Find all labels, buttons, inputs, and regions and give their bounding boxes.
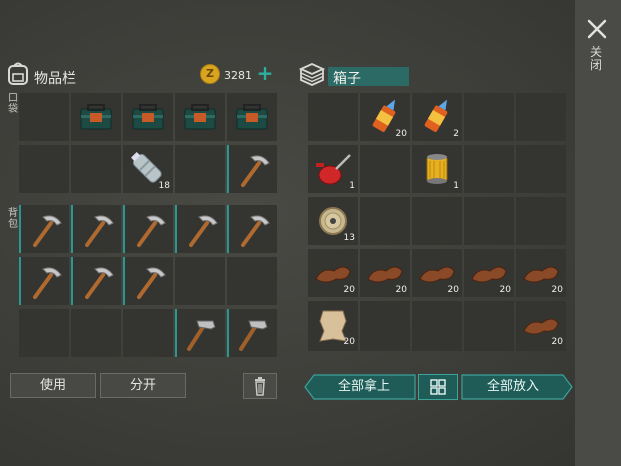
pocket-slot[interactable] xyxy=(175,145,225,193)
box-slot[interactable] xyxy=(516,197,566,245)
box-slot[interactable] xyxy=(516,93,566,141)
box-slot[interactable]: 13 xyxy=(308,197,358,245)
box-slot[interactable]: 1 xyxy=(412,145,462,193)
pocket-slot[interactable] xyxy=(227,145,277,193)
item-count: 20 xyxy=(395,129,407,139)
item-count: 20 xyxy=(551,337,563,347)
coin-icon: Z xyxy=(200,64,220,84)
box-slot[interactable]: 20 xyxy=(464,249,514,297)
box-slot[interactable] xyxy=(308,93,358,141)
pickaxe-icon xyxy=(85,267,114,299)
box-slot[interactable] xyxy=(360,145,410,193)
pocket-slot[interactable]: 18 xyxy=(123,145,173,193)
close-label[interactable]: 关闭 xyxy=(588,46,604,72)
box-slot[interactable]: 20 xyxy=(412,249,462,297)
box-slot[interactable] xyxy=(412,197,462,245)
item-count: 18 xyxy=(158,181,170,191)
box-slot[interactable]: 20 xyxy=(516,249,566,297)
box-slot[interactable]: 20 xyxy=(516,301,566,349)
item-count: 1 xyxy=(453,181,459,191)
pocket-slot[interactable] xyxy=(71,93,121,141)
hammer-icon xyxy=(187,320,216,351)
box-slot[interactable]: 1 xyxy=(308,145,358,193)
put-all-button[interactable]: 全部放入 xyxy=(463,374,563,400)
pickaxe-icon xyxy=(33,215,62,247)
toolbox-icon xyxy=(184,104,216,130)
box-slot[interactable] xyxy=(516,145,566,193)
item-count: 2 xyxy=(453,129,459,139)
box-slot[interactable]: 20 xyxy=(360,249,410,297)
pocket-slot[interactable] xyxy=(19,93,69,141)
backpack-slot[interactable] xyxy=(227,205,277,253)
use-button[interactable]: 使用 xyxy=(10,373,96,398)
item-count: 20 xyxy=(499,285,511,295)
box-slot[interactable] xyxy=(360,197,410,245)
box-slot[interactable] xyxy=(360,301,410,349)
pickaxe-icon xyxy=(85,215,114,247)
pickaxe-icon xyxy=(241,215,270,247)
backpack-icon xyxy=(8,62,28,85)
hammer-icon xyxy=(239,320,268,351)
pocket-label: 口袋 xyxy=(8,93,18,115)
backpack-slot[interactable] xyxy=(227,309,277,357)
toolbox-icon xyxy=(236,104,268,130)
backpack-slot[interactable] xyxy=(71,309,121,357)
backpack-label: 背包 xyxy=(8,208,18,230)
split-button[interactable]: 分开 xyxy=(100,373,186,398)
box-slot[interactable] xyxy=(412,301,462,349)
backpack-slot[interactable] xyxy=(123,309,173,357)
backpack-slot[interactable] xyxy=(175,257,225,305)
box-slot[interactable] xyxy=(464,301,514,349)
item-count: 20 xyxy=(447,285,459,295)
backpack-slot[interactable] xyxy=(175,309,225,357)
toolbox-icon xyxy=(132,104,164,130)
pocket-slot[interactable] xyxy=(19,145,69,193)
close-icon[interactable] xyxy=(585,17,609,41)
coin-count: 3281 xyxy=(224,69,252,82)
backpack-slot[interactable] xyxy=(71,205,121,253)
backpack-slot[interactable] xyxy=(71,257,121,305)
backpack-slot[interactable] xyxy=(175,205,225,253)
box-title: 箱子 xyxy=(333,71,361,87)
pickaxe-icon xyxy=(189,215,218,247)
box-slot[interactable]: 20 xyxy=(308,301,358,349)
backpack-slot[interactable] xyxy=(19,309,69,357)
backpack-slot[interactable] xyxy=(19,257,69,305)
item-count: 1 xyxy=(349,181,355,191)
box-slot[interactable]: 20 xyxy=(360,93,410,141)
grid-sort-icon xyxy=(430,379,446,395)
add-coins-button[interactable]: + xyxy=(256,63,274,83)
toolbox-icon xyxy=(80,104,112,130)
trash-button[interactable] xyxy=(243,373,277,399)
box-slot[interactable]: 20 xyxy=(308,249,358,297)
backpack-slot[interactable] xyxy=(123,257,173,305)
trash-icon xyxy=(255,377,265,396)
box-slot[interactable] xyxy=(464,145,514,193)
take-all-button[interactable]: 全部拿上 xyxy=(314,374,414,400)
backpack-slot[interactable] xyxy=(123,205,173,253)
sort-button[interactable] xyxy=(418,374,458,400)
box-slot[interactable]: 2 xyxy=(412,93,462,141)
pocket-slot[interactable] xyxy=(71,145,121,193)
item-count: 20 xyxy=(395,285,407,295)
pocket-slot[interactable] xyxy=(227,93,277,141)
pickaxe-icon xyxy=(33,267,62,299)
pickaxe-icon xyxy=(137,267,166,299)
item-count: 20 xyxy=(343,285,355,295)
backpack-slot[interactable] xyxy=(19,205,69,253)
pocket-slot[interactable] xyxy=(175,93,225,141)
inventory-title: 物品栏 xyxy=(34,71,76,87)
item-count: 20 xyxy=(343,337,355,347)
backpack-slot[interactable] xyxy=(227,257,277,305)
box-icon xyxy=(298,63,326,86)
box-slot[interactable] xyxy=(464,197,514,245)
pickaxe-icon xyxy=(241,155,270,187)
pocket-slot[interactable] xyxy=(123,93,173,141)
pickaxe-icon xyxy=(137,215,166,247)
box-slot[interactable] xyxy=(464,93,514,141)
item-count: 20 xyxy=(551,285,563,295)
item-count: 13 xyxy=(343,233,355,243)
